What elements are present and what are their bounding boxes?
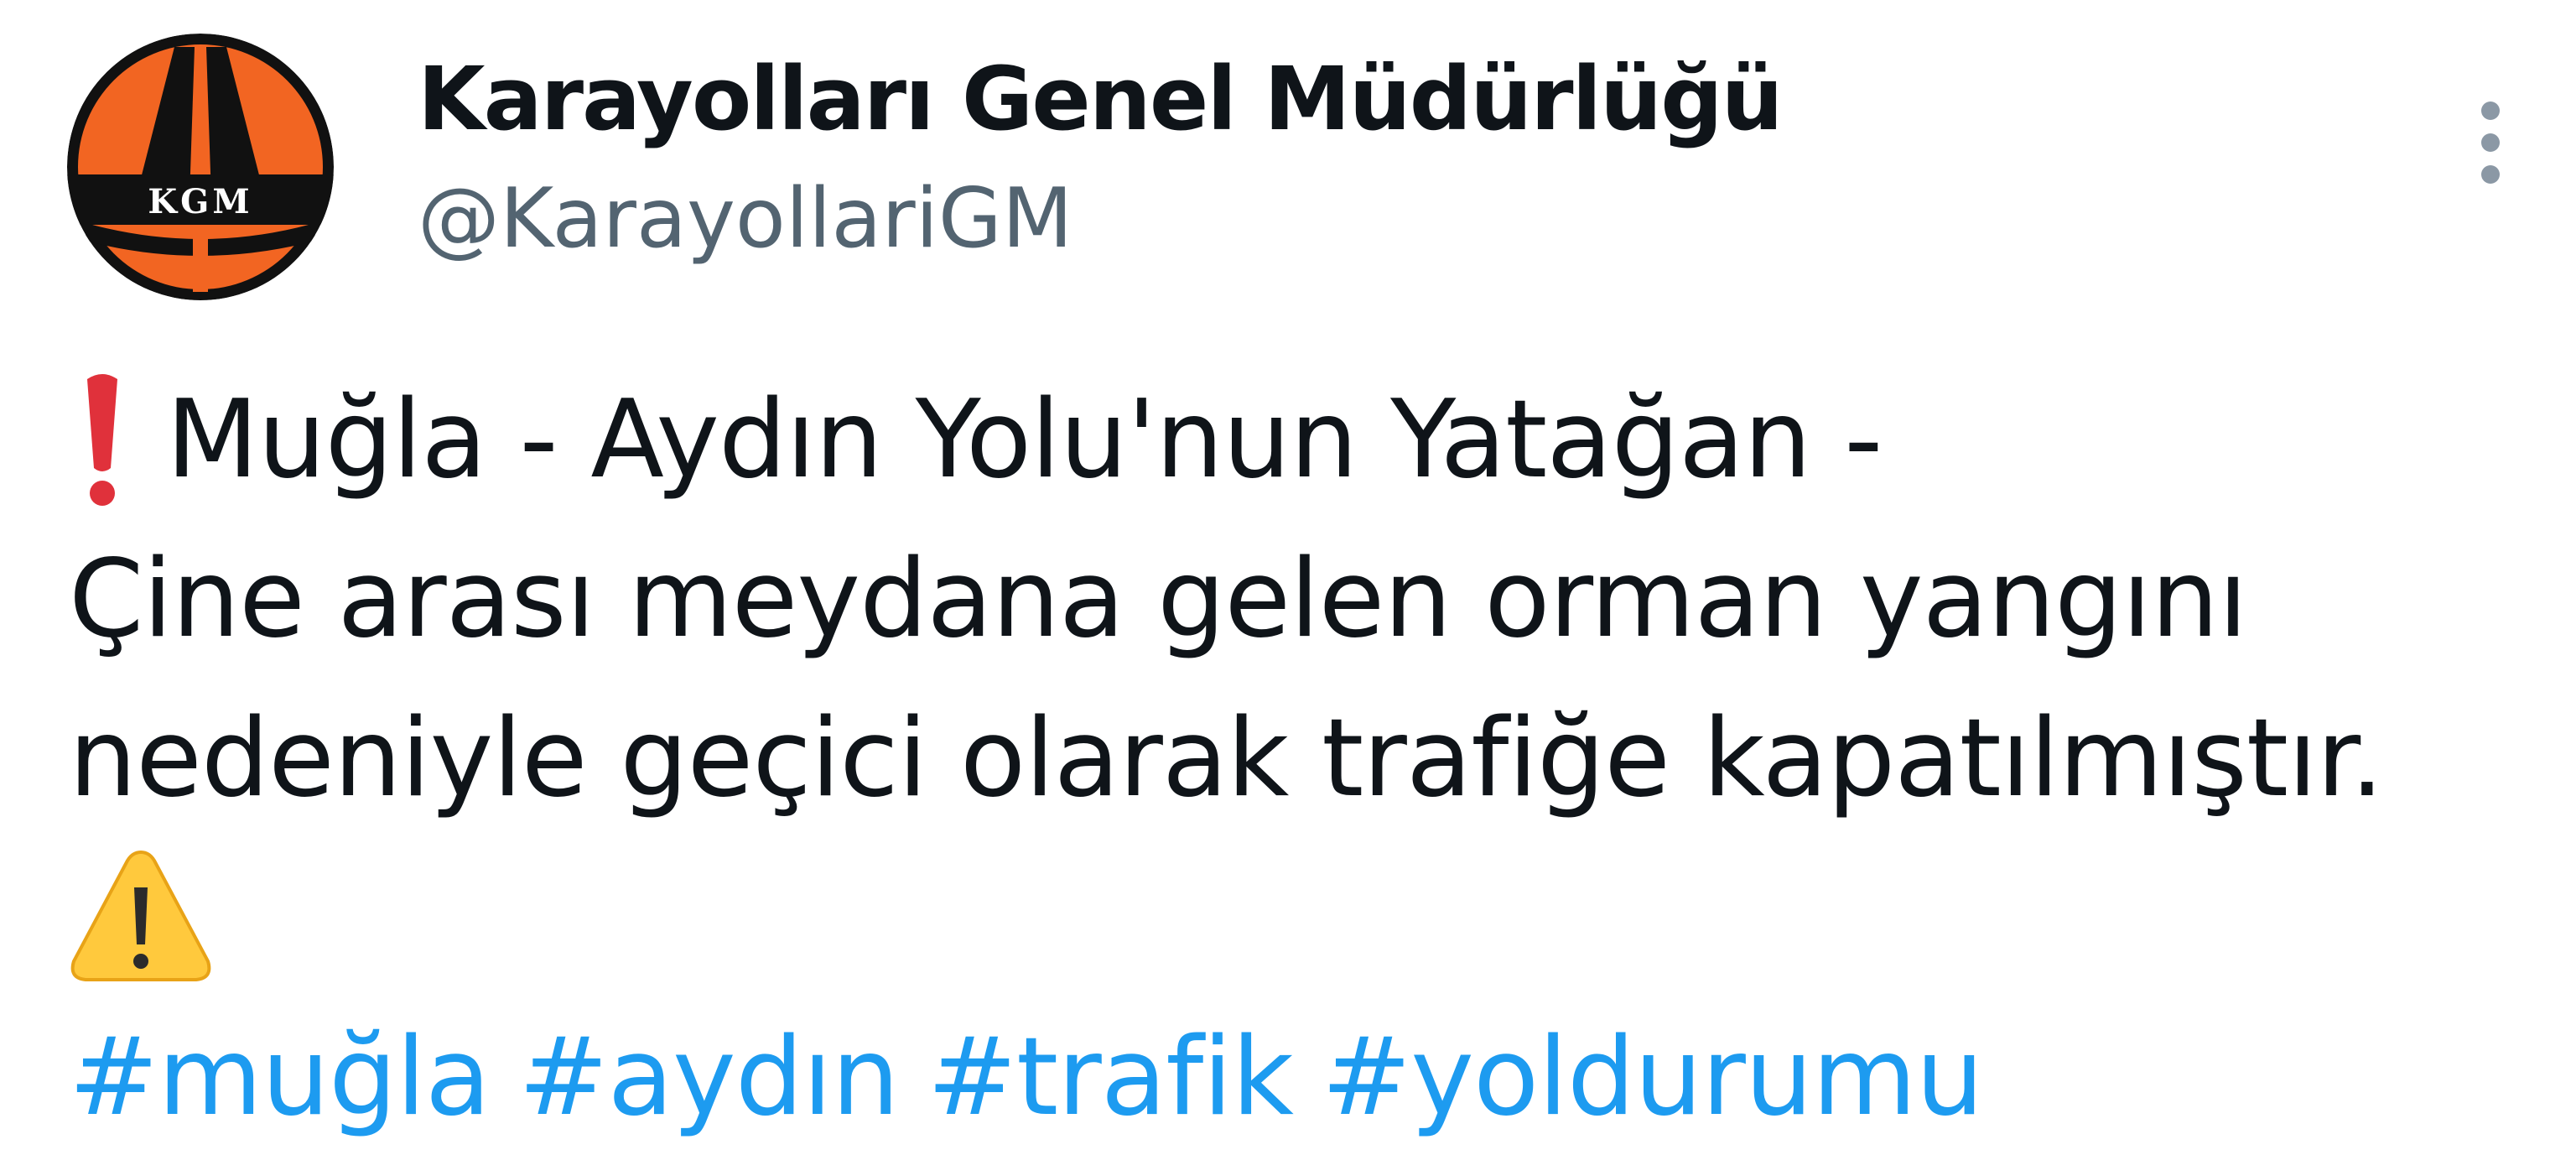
- more-options-button[interactable]: [2457, 84, 2524, 201]
- hashtag-aydin[interactable]: #aydın: [518, 1015, 899, 1140]
- hashtag-mugla[interactable]: #muğla: [69, 1015, 491, 1140]
- tweet-line-3: nedeniyle geçici olarak trafiğe kapatılm…: [69, 696, 2384, 821]
- user-handle[interactable]: @KarayollariGM: [418, 164, 1072, 273]
- avatar[interactable]: KGM: [67, 34, 334, 300]
- tweet-line-2: Çine arası meydana gelen orman yangını: [69, 537, 2248, 662]
- more-vertical-icon: [2481, 101, 2500, 184]
- tweet-text: Muğla - Aydın Yolu'nun Yatağan - Çine ar…: [69, 361, 2551, 1155]
- avatar-text: KGM: [148, 182, 252, 221]
- tweet-card: KGM Karayolları Genel Müdürlüğü @Karayol…: [0, 0, 2576, 1155]
- display-name[interactable]: Karayolları Genel Müdürlüğü: [418, 40, 1784, 158]
- tweet-line-1: Muğla - Aydın Yolu'nun Yatağan -: [69, 361, 2551, 520]
- hashtag-list: #muğla #aydın #trafik #yoldurumu: [69, 998, 2551, 1155]
- tweet-line-4: [69, 839, 2551, 998]
- red-exclamation-icon: [87, 374, 117, 506]
- hashtag-yoldurumu[interactable]: #yoldurumu: [1322, 1015, 1984, 1140]
- kgm-logo-icon: KGM: [67, 34, 334, 300]
- tweet-line-1-text: Muğla - Aydın Yolu'nun Yatağan -: [166, 377, 1883, 502]
- hashtag-trafik[interactable]: #trafik: [927, 1015, 1294, 1140]
- warning-sign-icon: [70, 850, 211, 981]
